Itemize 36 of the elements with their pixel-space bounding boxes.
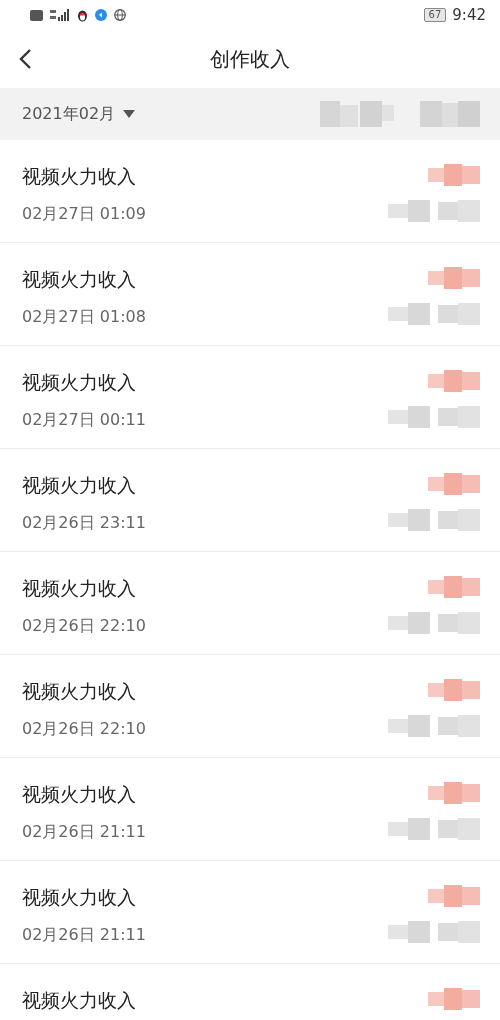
page-title: 创作收入 xyxy=(210,45,290,73)
record-time: 02月27日 00:11 xyxy=(22,410,146,431)
blurred-amount xyxy=(428,370,480,392)
penguin-icon xyxy=(77,8,88,22)
battery-indicator: 67 xyxy=(423,8,447,22)
record-title: 视频火力收入 xyxy=(22,885,137,910)
record-time: 02月26日 23:11 xyxy=(22,513,146,534)
clock-time: 9:42 xyxy=(452,6,486,24)
blurred-amount xyxy=(428,679,480,701)
blurred-amount xyxy=(428,164,480,186)
record-title: 视频火力收入 xyxy=(22,576,137,601)
record-time: 02月27日 01:08 xyxy=(22,307,146,328)
blurred-amount xyxy=(428,988,480,1010)
record-title: 视频火力收入 xyxy=(22,988,136,1013)
globe-icon xyxy=(114,9,126,21)
record-title: 视频火力收入 xyxy=(22,782,137,807)
hd-icon xyxy=(30,9,43,21)
blurred-amount xyxy=(428,885,480,907)
blurred-amount xyxy=(428,576,480,598)
record-title: 视频火力收入 xyxy=(22,679,137,704)
record-title: 视频火力收入 xyxy=(22,473,137,498)
signal-icon xyxy=(50,9,70,21)
play-circle-icon xyxy=(95,9,107,21)
record-time: 02月26日 22:10 xyxy=(22,616,146,637)
record-time: 02月26日 21:11 xyxy=(22,925,146,946)
record-time: 02月26日 22:10 xyxy=(22,719,146,740)
blurred-amount xyxy=(428,267,480,289)
record-title: 视频火力收入 xyxy=(22,370,137,395)
blurred-amount xyxy=(428,782,480,804)
record-time: 02月27日 01:09 xyxy=(22,204,146,225)
record-title: 视频火力收入 xyxy=(22,164,137,189)
record-title: 视频火力收入 xyxy=(22,267,137,292)
month-dropdown[interactable]: 2021年02月 xyxy=(22,103,136,125)
caret-icon xyxy=(123,110,136,118)
record-time: 02月26日 21:11 xyxy=(22,822,146,843)
blurred-amount xyxy=(428,473,480,495)
